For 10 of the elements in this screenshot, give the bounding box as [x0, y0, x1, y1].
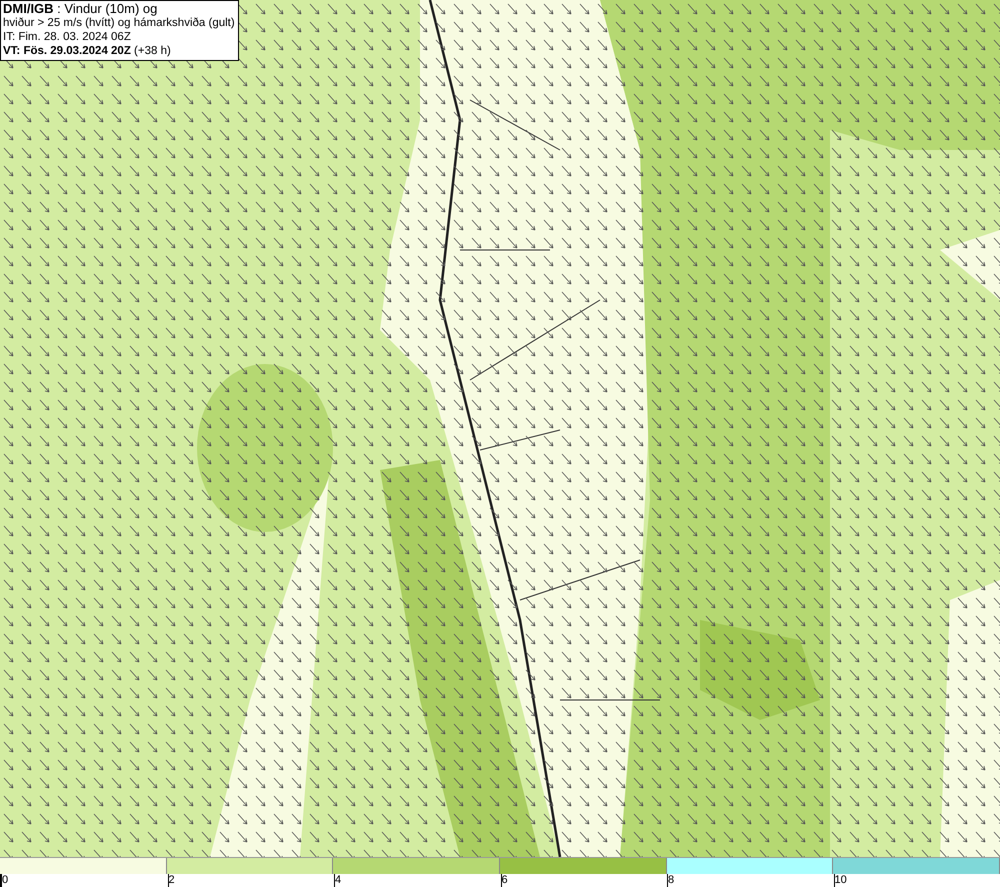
info-text: hviður > 25 m/s (hvítt) og hámarkshviða (gult) [3, 16, 235, 30]
legend-label: 10 [834, 874, 847, 887]
legend-label: 2 [168, 874, 175, 887]
legend-label: 4 [335, 874, 342, 887]
info-text: IT: Fim. 28. 03. 2024 06Z [3, 30, 132, 44]
legend-label: 8 [668, 874, 674, 887]
info-text: VT: Fös. 29.03.2024 20Z (+38 h) [3, 44, 172, 58]
info-text: DMI/IGB : Vindur (10m) og [3, 2, 158, 16]
legend-label: 6 [502, 874, 508, 887]
legend-label: 0 [2, 874, 8, 887]
